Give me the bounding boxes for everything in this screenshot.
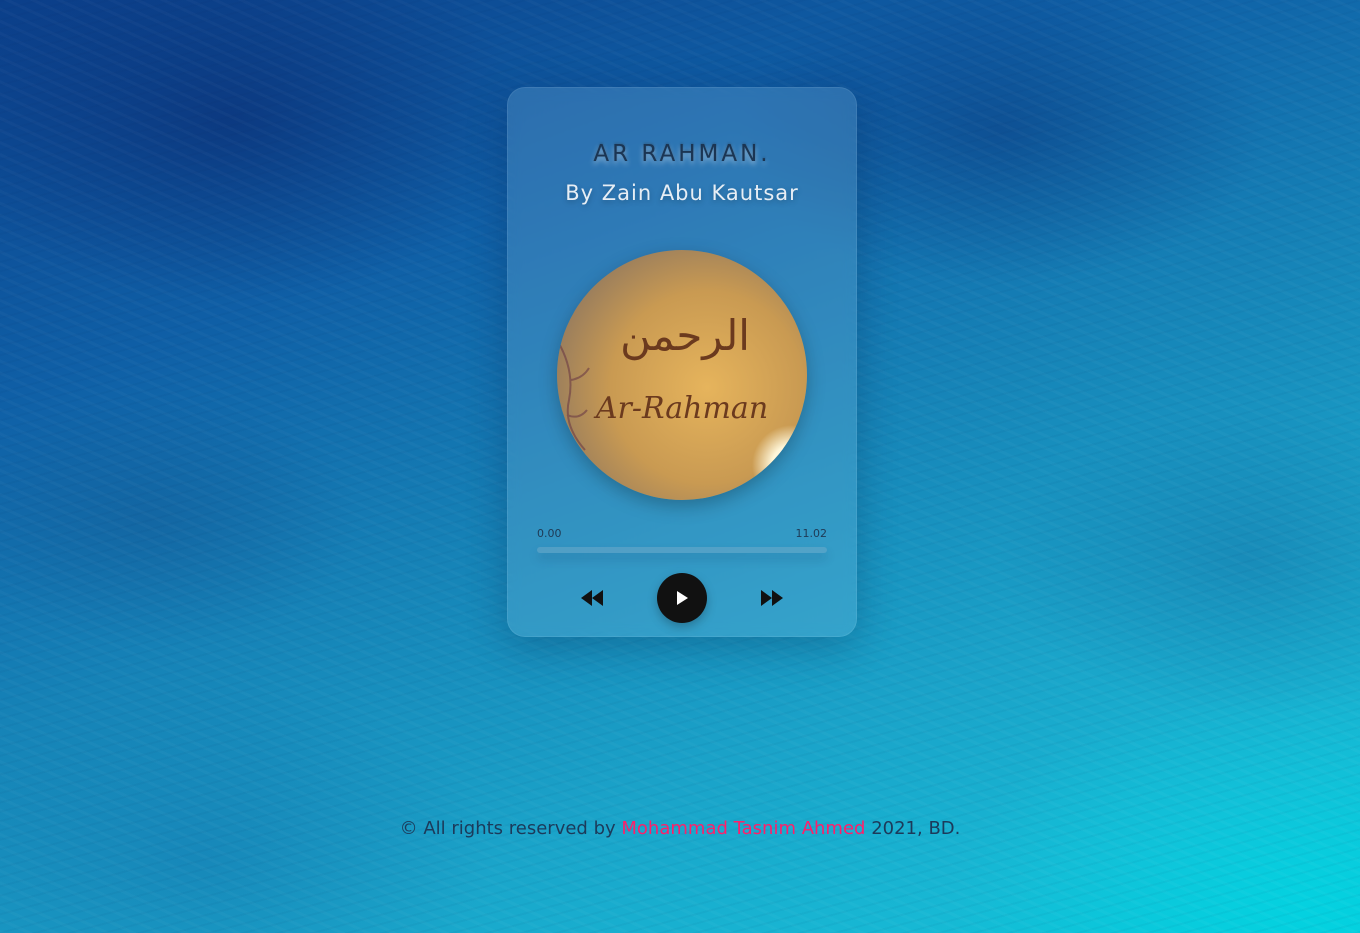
- song-title: AR RAHMAN.: [593, 141, 771, 167]
- artwork-latin-text: Ar-Rahman: [593, 391, 768, 426]
- play-icon: [677, 591, 688, 605]
- footer-prefix: © All rights reserved by: [399, 818, 616, 839]
- album-artwork: الرحمن Ar-Rahman: [557, 250, 807, 500]
- song-artist: By Zain Abu Kautsar: [565, 181, 799, 205]
- fast-forward-icon: [761, 590, 783, 606]
- footer-copyright: © All rights reserved by Mohammad Tasnim…: [0, 818, 1360, 839]
- total-duration: 11.02: [795, 527, 828, 540]
- footer-author-link[interactable]: Mohammad Tasnim Ahmed: [621, 818, 865, 839]
- next-button[interactable]: [757, 585, 787, 611]
- current-time: 0.00: [537, 527, 562, 540]
- progress-bar[interactable]: [537, 547, 827, 553]
- play-button[interactable]: [657, 573, 707, 623]
- footer-suffix: 2021, BD.: [871, 818, 961, 839]
- playback-controls: [507, 573, 857, 623]
- artwork-arabic-text: الرحمن: [620, 311, 750, 360]
- rewind-icon: [581, 590, 603, 606]
- music-player-card: AR RAHMAN. By Zain Abu Kautsar الرحمن Ar…: [507, 87, 857, 637]
- previous-button[interactable]: [577, 585, 607, 611]
